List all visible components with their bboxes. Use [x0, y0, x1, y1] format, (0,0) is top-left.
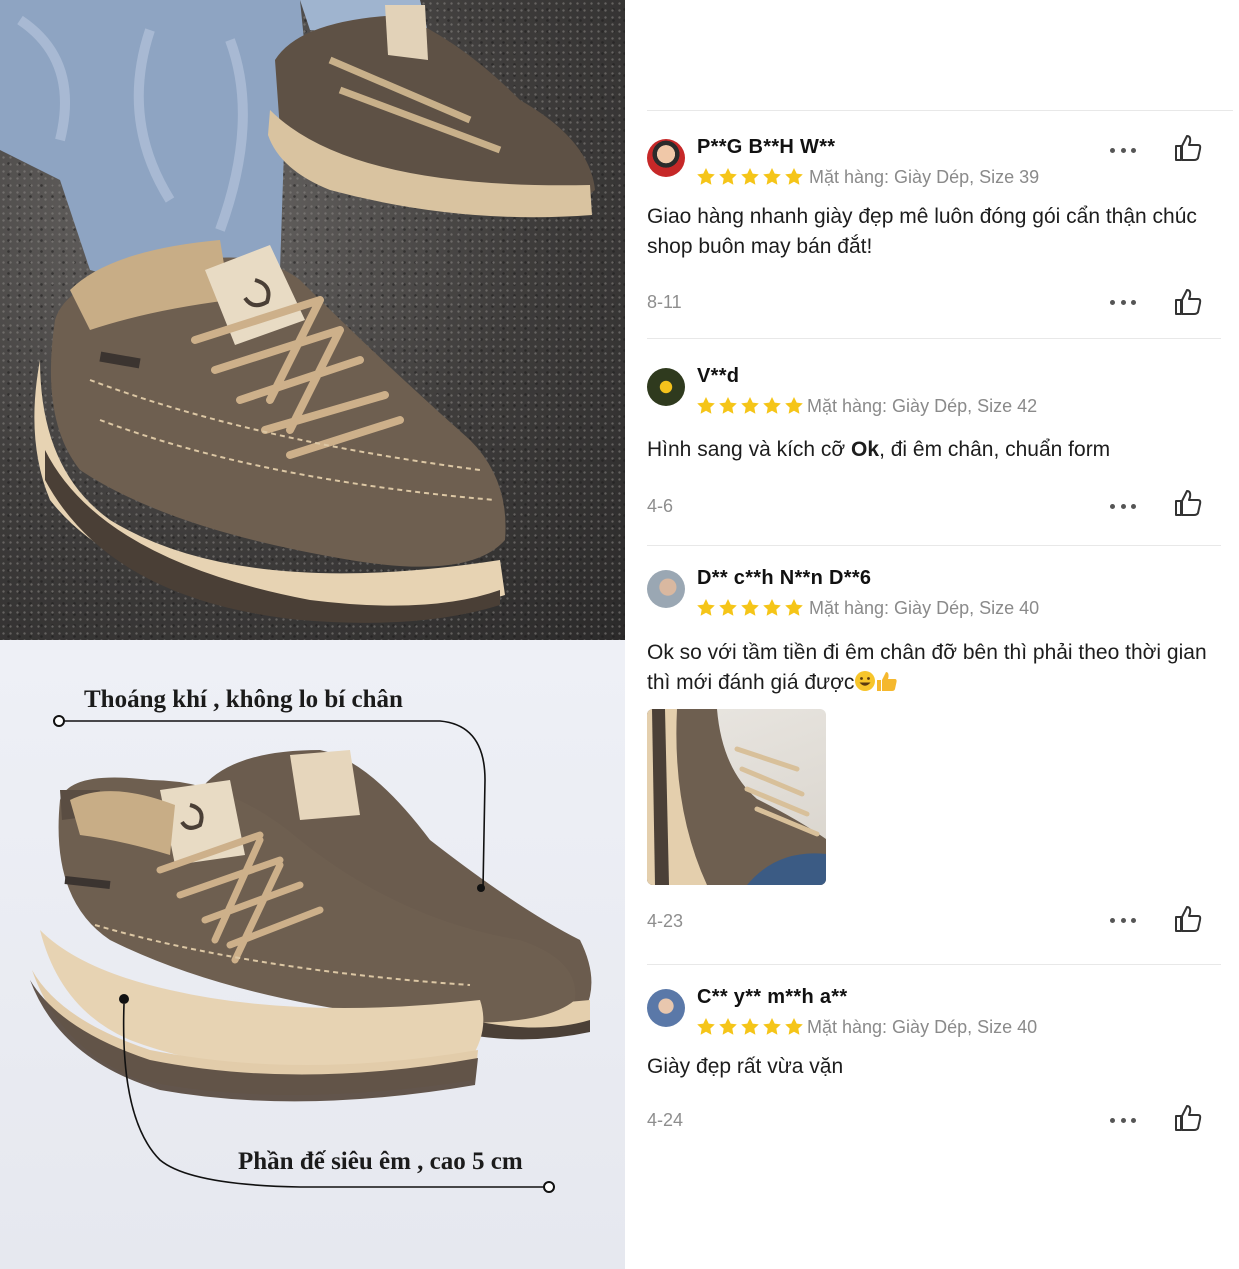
star-icon — [741, 599, 759, 616]
star-icon — [697, 168, 715, 185]
avatar[interactable] — [647, 368, 685, 406]
review-text: Ok so với tầm tiền đi êm chân đỡ bên thì… — [647, 641, 1207, 694]
review-item: V**d Mặt hàng: Giày Dép, Size 42 Hình sa… — [647, 365, 1222, 528]
star-icon — [785, 599, 803, 616]
grinning-face-emoji — [855, 671, 876, 691]
star-icon — [741, 1018, 759, 1035]
star-icon — [785, 1018, 803, 1035]
reviewer-name: D** c**h N**n D**6 — [697, 567, 872, 589]
review-date: 4-24 — [647, 1110, 684, 1130]
review-date: 4-23 — [647, 911, 684, 931]
divider — [647, 545, 1221, 546]
star-rating — [696, 598, 804, 618]
more-options-icon[interactable] — [1110, 504, 1136, 510]
product-photo-worn — [0, 0, 625, 640]
star-icon — [697, 599, 715, 616]
purchased-variant: Mặt hàng: Giày Dép, Size 42 — [807, 396, 1038, 416]
thumbs-up-icon[interactable] — [1173, 488, 1203, 518]
feature-sole-label: Phần đế siêu êm , cao 5 cm — [238, 1148, 523, 1175]
divider — [647, 338, 1221, 339]
review-text: Giao hàng nhanh giày đẹp mê luôn đóng gó… — [647, 205, 1197, 258]
avatar[interactable] — [647, 570, 685, 608]
star-icon — [697, 397, 715, 414]
star-icon — [697, 1018, 715, 1035]
more-options-icon[interactable] — [1110, 300, 1136, 306]
star-rating — [696, 396, 804, 416]
star-icon — [741, 168, 759, 185]
review-date: 8-11 — [647, 292, 682, 312]
review-text: Giày đẹp rất vừa vặn — [647, 1055, 844, 1078]
star-icon — [763, 599, 781, 616]
thumbs-up-icon[interactable] — [1173, 287, 1203, 317]
review-text: Hình sang và kích cỡ Ok, đi êm chân, chu… — [647, 438, 1111, 461]
review-photo[interactable] — [647, 709, 826, 885]
star-icon — [785, 397, 803, 414]
star-icon — [719, 599, 737, 616]
star-icon — [741, 397, 759, 414]
review-item: P**G B**H W** Mặt hàng: Giày Dép, Size 3… — [647, 135, 1222, 329]
star-icon — [763, 1018, 781, 1035]
review-date: 4-6 — [647, 496, 674, 516]
review-item: C** y** m**h a** Mặt hàng: Giày Dép, Siz… — [647, 986, 1222, 1149]
star-icon — [763, 397, 781, 414]
avatar[interactable] — [647, 139, 685, 177]
purchased-variant: Mặt hàng: Giày Dép, Size 40 — [807, 1017, 1038, 1037]
review-item: D** c**h N**n D**6 Mặt hàng: Giày Dép, S… — [647, 567, 1222, 940]
more-options-icon[interactable] — [1110, 1118, 1136, 1124]
more-options-icon[interactable] — [1110, 148, 1136, 154]
avatar[interactable] — [647, 989, 685, 1027]
more-options-icon[interactable] — [1110, 918, 1136, 924]
star-icon — [719, 168, 737, 185]
star-icon — [719, 1018, 737, 1035]
thumbs-up-emoji — [877, 672, 897, 691]
reviewer-name: P**G B**H W** — [697, 136, 836, 158]
reviewer-name: C** y** m**h a** — [697, 986, 848, 1008]
thumbs-up-icon[interactable] — [1173, 1103, 1203, 1133]
purchased-variant: Mặt hàng: Giày Dép, Size 40 — [809, 598, 1040, 618]
reviewer-name: V**d — [697, 365, 740, 387]
divider — [647, 110, 1233, 111]
star-icon — [719, 397, 737, 414]
star-rating — [696, 167, 804, 187]
star-icon — [785, 168, 803, 185]
thumbs-up-icon[interactable] — [1173, 904, 1203, 934]
star-rating — [696, 1017, 804, 1037]
purchased-variant: Mặt hàng: Giày Dép, Size 39 — [809, 167, 1040, 187]
divider — [647, 964, 1221, 965]
star-icon — [763, 168, 781, 185]
feature-breathable-label: Thoáng khí , không lo bí chân — [84, 686, 403, 713]
thumbs-up-icon[interactable] — [1173, 133, 1203, 163]
